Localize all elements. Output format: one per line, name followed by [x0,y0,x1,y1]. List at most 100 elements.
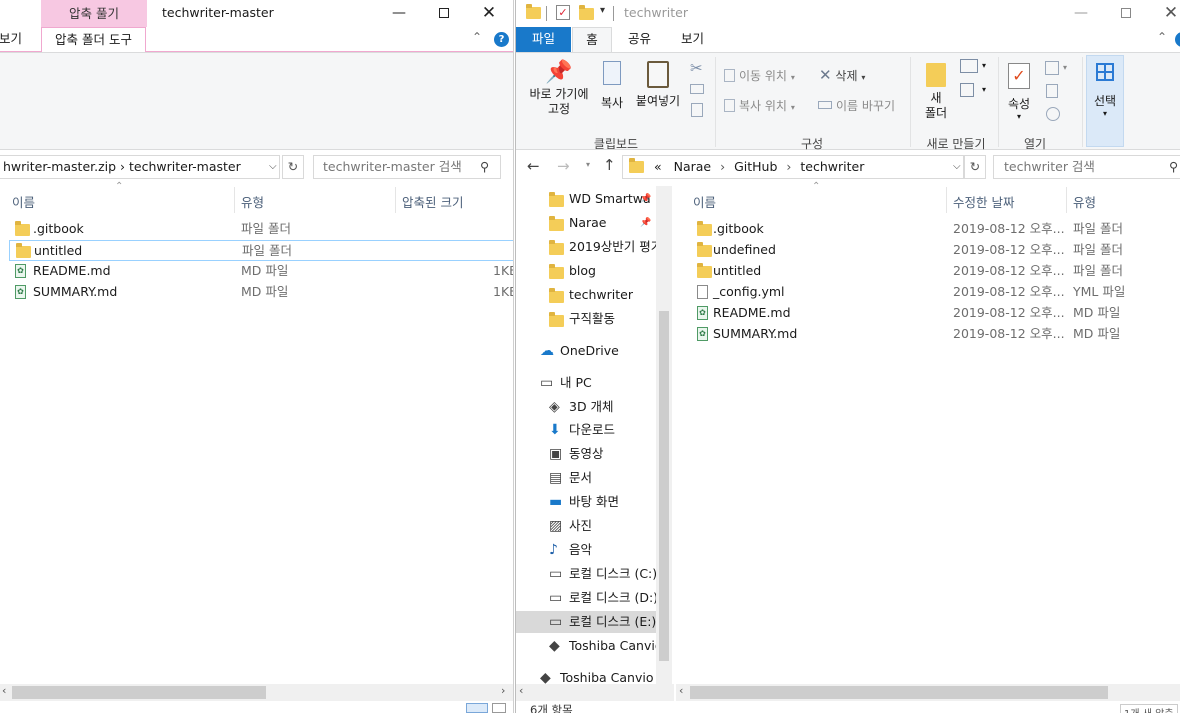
scrollbar-thumb[interactable] [12,686,266,699]
details-view-icon[interactable] [466,703,488,713]
delete-button[interactable]: ✕ 삭제 ▾ [819,66,865,84]
nav-item[interactable]: Narae 📌 [516,212,656,234]
paste-button[interactable]: 붙여넣기 [630,59,686,109]
edit-icon[interactable] [1046,84,1058,98]
nav-item[interactable]: ▭ 로컬 디스크 (C:) [516,563,656,585]
column-name[interactable]: 이름 [693,192,716,211]
chevron-down-icon[interactable]: ⌵ [269,156,277,178]
nav-item[interactable]: WD Smartwa 📌 [516,188,656,210]
copy-to-button[interactable]: 복사 위치 ▾ [724,97,795,114]
pin-quick-access-button[interactable]: 📌 바로 가기에 고정 [520,59,598,117]
paste-shortcut-icon[interactable] [691,103,703,117]
nav-item[interactable]: techwriter [516,284,656,306]
column-type[interactable]: 유형 [1073,192,1096,211]
tab-view[interactable]: 보기 [668,27,717,52]
open-icon[interactable] [1045,61,1059,75]
scroll-left-icon[interactable]: ‹ [2,684,6,697]
table-row[interactable]: undefined 2019-08-12 오후... 파일 폴더 [676,240,1180,261]
new-item-icon[interactable] [960,59,978,73]
horizontal-scrollbar[interactable]: ‹ [676,684,1180,701]
help-icon[interactable]: ? [1175,32,1180,47]
select-button[interactable]: 선택 ▾ [1086,55,1124,147]
address-bar[interactable]: hwriter-master.zip › techwriter-master ⌵ [0,155,280,179]
recent-locations-icon[interactable]: ▾ [586,160,590,169]
tab-file[interactable]: 파일 [516,27,571,52]
crumb-techwriter[interactable]: techwriter [800,159,864,174]
table-row[interactable]: .gitbook 2019-08-12 오후... 파일 폴더 [676,219,1180,240]
crumb-github[interactable]: GitHub [734,159,777,174]
nav-item[interactable]: ▬ 바탕 화면 [516,491,656,513]
nav-item[interactable]: 2019상반기 평가 [516,236,656,258]
rename-button[interactable]: 이름 바꾸기 [818,97,895,114]
crumb-narae[interactable]: Narae [674,159,712,174]
search-input[interactable]: techwriter 검색 ⚲ [993,155,1180,179]
table-row[interactable]: ✿ README.md 2019-08-12 오후... MD 파일 [676,303,1180,324]
refresh-button[interactable]: ↻ [282,155,304,179]
table-row[interactable]: .gitbook 파일 폴더 [0,219,513,240]
chevron-down-icon[interactable]: ⌵ [953,156,961,178]
new-folder-quick-icon[interactable] [579,5,594,20]
copy-path-icon[interactable] [690,84,704,94]
properties-quick-icon[interactable]: ✓ [556,5,570,20]
tab-view[interactable]: 보기 [0,27,35,52]
scroll-right-icon[interactable]: › [501,684,505,697]
large-icons-view-icon[interactable] [492,703,506,713]
chevron-up-icon[interactable]: ⌃ [472,30,482,44]
nav-item[interactable]: ▣ 동영상 [516,443,656,465]
nav-item[interactable]: ▭ 로컬 디스크 (D:) [516,587,656,609]
nav-item[interactable]: blog [516,260,656,282]
nav-vertical-scrollbar[interactable] [656,186,672,684]
horizontal-scrollbar[interactable]: ‹ › [0,684,513,701]
tab-share[interactable]: 공유 [615,27,664,52]
nav-item[interactable]: ◈ 3D 개체 [516,396,656,418]
maximize-button[interactable] [421,0,467,27]
column-date-modified[interactable]: 수정한 날짜 [953,192,1014,211]
easy-access-icon[interactable] [960,83,974,97]
chevron-up-icon[interactable]: ⌃ [1157,30,1167,44]
nav-item[interactable]: ▭ 내 PC [516,372,656,394]
table-row[interactable]: ✿ README.md MD 파일 1KE [0,261,513,282]
nav-item[interactable]: ⬇ 다운로드 [516,419,656,441]
up-arrow-icon[interactable]: ↑ [603,156,616,174]
close-button[interactable]: ✕ [1148,0,1180,27]
address-overflow[interactable]: « [654,159,662,174]
nav-item[interactable]: ◆ Toshiba Canvio H [516,667,656,684]
move-to-button[interactable]: 이동 위치 ▾ [724,67,795,84]
table-row[interactable]: untitled 2019-08-12 오후... 파일 폴더 [676,261,1180,282]
tab-home[interactable]: 홈 [572,27,612,53]
nav-scrollbar-thumb[interactable] [659,311,669,661]
cut-icon[interactable]: ✂ [690,59,703,77]
close-button[interactable]: ✕ [466,0,512,27]
scrollbar-thumb[interactable] [690,686,1108,699]
nav-item[interactable]: 구직활동 [516,308,656,330]
table-row[interactable]: untitled 파일 폴더 [9,240,513,261]
nav-horizontal-scrollbar[interactable]: ‹ [516,684,674,701]
nav-item[interactable]: ◆ Toshiba Canvio [516,635,656,657]
table-row[interactable]: ✿ SUMMARY.md 2019-08-12 오후... MD 파일 [676,324,1180,345]
nav-item[interactable]: ▤ 문서 [516,467,656,489]
properties-button[interactable]: ✓ 속성 ▾ [1004,59,1034,121]
nav-item[interactable]: ♪ 음악 [516,539,656,561]
nav-item[interactable]: ▭ 로컬 디스크 (E:) [516,611,656,633]
history-icon[interactable] [1046,107,1060,121]
nav-item[interactable]: ▨ 사진 [516,515,656,537]
refresh-button[interactable]: ↻ [964,155,986,179]
tab-compressed-folder-tools[interactable]: 압축 폴더 도구 [41,27,146,53]
back-arrow-icon[interactable]: ← [527,157,540,175]
customize-toolbar-icon[interactable]: ▾ [600,5,605,16]
table-row[interactable]: _config.yml 2019-08-12 오후... YML 파일 [676,282,1180,303]
help-icon[interactable]: ? [494,32,509,47]
copy-button[interactable]: 복사 [596,59,628,111]
new-folder-button[interactable]: 새 폴더 [920,59,952,121]
column-compressed-size[interactable]: 압축된 크기 [402,192,463,211]
minimize-button[interactable]: — [1058,0,1104,27]
minimize-button[interactable]: — [376,0,422,27]
scroll-left-icon[interactable]: ‹ [679,684,683,697]
maximize-button[interactable] [1103,0,1149,27]
column-type[interactable]: 유형 [241,192,264,211]
forward-arrow-icon[interactable]: → [557,157,570,175]
search-input[interactable]: techwriter-master 검색 ⚲ [313,155,501,179]
address-bar[interactable]: « Narae › GitHub › techwriter ⌵ [622,155,964,179]
table-row[interactable]: ✿ SUMMARY.md MD 파일 1KE [0,282,513,303]
column-name[interactable]: 이름 [12,192,35,211]
